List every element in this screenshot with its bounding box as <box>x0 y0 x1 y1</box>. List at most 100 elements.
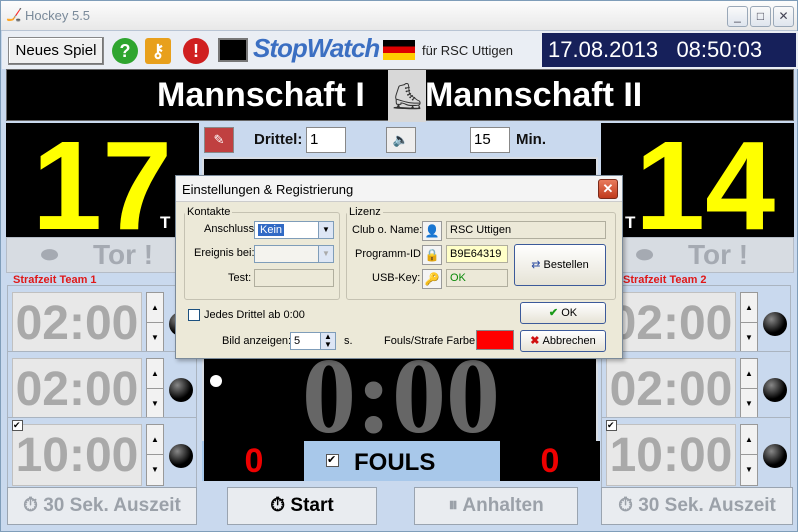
penalty-spinner[interactable]: ▲ ▼ <box>146 424 164 486</box>
every-period-checkbox[interactable] <box>188 309 200 321</box>
home-penalty-slot-1: 02:00 ▲ ▼ <box>7 285 197 359</box>
period-label: Drittel: <box>254 131 303 148</box>
main-clock-display[interactable]: 0:00 <box>204 337 596 456</box>
license-legend: Lizenz <box>349 206 381 218</box>
order-icon: ⇄ <box>531 259 544 271</box>
penalty-time[interactable]: 02:00 <box>12 358 142 420</box>
penalty-spinner[interactable]: ▲ ▼ <box>146 358 164 420</box>
stop-label: Anhalten <box>462 495 544 516</box>
start-button[interactable]: ⏱ Start <box>227 487 377 525</box>
home-timeout-label: 30 Sek. Auszeit <box>43 495 181 516</box>
toolbar: Neues Spiel ? ⚷ ! StopWatch für RSC Utti… <box>2 31 798 69</box>
hockey-player-icon: ⛸ <box>388 70 426 122</box>
program-id-label: Programm-ID: <box>355 248 425 260</box>
pen-icon[interactable]: ✎ <box>204 127 234 153</box>
image-display-value: 5 <box>294 335 301 347</box>
away-penalty-slot-3: 10:00 ✔ ▲ ▼ <box>601 417 791 491</box>
home-score-panel[interactable]: 17 T <box>6 115 199 256</box>
penalty-checkbox[interactable]: ✔ <box>12 420 23 431</box>
away-team-name[interactable]: Mannschaft II <box>425 76 642 115</box>
fouls-checkbox[interactable]: ✔ <box>326 454 339 467</box>
penalty-spinner[interactable]: ▲ ▼ <box>740 292 758 354</box>
dialog-close-button[interactable]: ✕ <box>598 179 618 199</box>
chevron-down-icon: ▼ <box>318 222 333 238</box>
stopwatch-icon: ⏱ <box>270 495 291 516</box>
ok-label: OK <box>561 307 578 319</box>
away-score-panel[interactable]: 14 T <box>601 115 794 256</box>
penalty-spinner[interactable]: ▲ ▼ <box>740 358 758 420</box>
app-icon: 🏒 <box>6 7 23 22</box>
puck-toggle[interactable] <box>169 378 193 402</box>
key-icon[interactable]: ⚷ <box>145 38 171 64</box>
contacts-legend: Kontakte <box>187 206 231 218</box>
app-window: 🏒 Hockey 5.5 _ □ ✕ Neues Spiel ? ⚷ ! Sto… <box>0 0 798 532</box>
home-goal-label: Tor ! <box>93 239 154 270</box>
penalty-spinner[interactable]: ▲ ▼ <box>146 292 164 354</box>
program-id-field[interactable]: B9E64319 <box>446 245 508 263</box>
minutes-spinner[interactable]: 15 <box>470 127 510 153</box>
penalty-time[interactable]: 10:00 <box>12 424 142 486</box>
period-controls: ✎ Drittel: 1 🔈 15 Min. <box>202 123 598 157</box>
home-team-name[interactable]: Mannschaft I <box>157 76 365 115</box>
close-button[interactable]: ✕ <box>773 6 794 27</box>
club-field[interactable]: RSC Uttigen <box>446 221 606 239</box>
event-label: Ereignis bei: <box>194 247 255 259</box>
usb-key-label: USB-Key: <box>372 272 421 284</box>
maximize-button[interactable]: □ <box>750 6 771 27</box>
new-game-button[interactable]: Neues Spiel <box>8 37 104 65</box>
dialog-title-bar: Einstellungen & Registrierung ✕ <box>176 176 622 202</box>
datetime-display: 17.08.2013 08:50:03 <box>542 33 796 67</box>
connection-label: Anschluss: <box>204 223 258 235</box>
puck-toggle[interactable] <box>169 444 193 468</box>
away-timeout-button[interactable]: ⏱ 30 Sek. Auszeit <box>601 487 793 525</box>
minimize-button[interactable]: _ <box>727 6 748 27</box>
cancel-button[interactable]: ✖ Abbrechen <box>520 330 606 352</box>
title-bar: 🏒 Hockey 5.5 _ □ ✕ <box>1 1 797 31</box>
speaker-icon[interactable]: 🔈 <box>386 127 416 153</box>
penalty-spinner[interactable]: ▲ ▼ <box>740 424 758 486</box>
order-label: Bestellen <box>543 259 589 271</box>
period-spinner[interactable]: 1 <box>306 127 346 153</box>
image-display-spinner[interactable]: 5 ▲ ▼ <box>290 332 336 350</box>
usb-key-field[interactable]: OK <box>446 269 508 287</box>
penalty-checkbox[interactable]: ✔ <box>606 420 617 431</box>
fouls-color-swatch[interactable] <box>476 330 514 350</box>
help-icon[interactable]: ? <box>112 38 138 64</box>
stopwatch-icon: ⏱ <box>618 495 639 516</box>
away-timeout-label: 30 Sek. Auszeit <box>638 495 776 516</box>
penalty-time[interactable]: 02:00 <box>606 358 736 420</box>
penalty-time[interactable]: 10:00 <box>606 424 736 486</box>
alert-icon[interactable]: ! <box>183 38 209 64</box>
home-goal-button[interactable]: ⬬ Tor ! <box>6 237 199 273</box>
puck-toggle[interactable] <box>763 312 787 336</box>
penalty-time[interactable]: 02:00 <box>606 292 736 354</box>
order-button[interactable]: ⇄ Bestellen <box>514 244 606 286</box>
spinner-arrows: ▲ ▼ <box>320 333 335 349</box>
chevron-down-icon: ▼ <box>318 246 333 262</box>
seconds-unit: s. <box>344 335 353 347</box>
period-value: 1 <box>310 131 319 148</box>
penalty-time[interactable]: 02:00 <box>12 292 142 354</box>
club-label: Club o. Name: <box>352 224 423 236</box>
connection-value: Kein <box>258 224 285 236</box>
monitor-icon[interactable] <box>218 38 248 62</box>
club-text: für RSC Uttigen <box>422 43 514 58</box>
home-fouls[interactable]: 0 <box>204 441 304 481</box>
cross-icon: ✖ <box>530 335 543 347</box>
user-icon: 👤 <box>422 221 442 241</box>
puck-toggle[interactable] <box>763 444 787 468</box>
away-goal-button[interactable]: ⬬ Tor ! <box>601 237 794 273</box>
lock-icon: 🔒 <box>422 245 442 265</box>
every-period-label: Jedes Drittel ab 0:00 <box>204 309 305 321</box>
stop-button[interactable]: ⏸ Anhalten <box>414 487 578 525</box>
connection-select[interactable]: Kein ▼ <box>254 221 334 239</box>
home-penalty-slot-3: 10:00 ✔ ▲ ▼ <box>7 417 197 491</box>
ok-button[interactable]: ✔ OK <box>520 302 606 324</box>
dialog-title: Einstellungen & Registrierung <box>182 182 354 197</box>
event-select[interactable]: ▼ <box>254 245 334 263</box>
away-fouls[interactable]: 0 <box>500 441 600 481</box>
home-timeout-button[interactable]: ⏱ 30 Sek. Auszeit <box>7 487 197 525</box>
fouls-color-label: Fouls/Strafe Farbe: <box>384 335 479 347</box>
puck-toggle[interactable] <box>763 378 787 402</box>
test-field[interactable] <box>254 269 334 287</box>
